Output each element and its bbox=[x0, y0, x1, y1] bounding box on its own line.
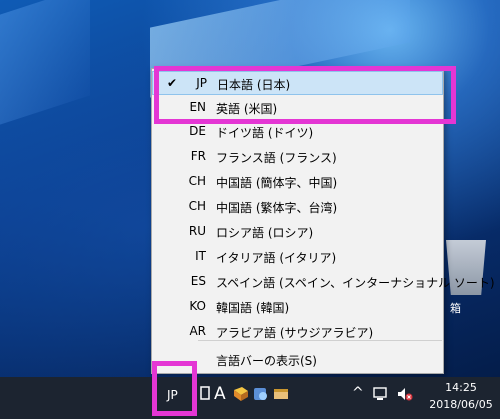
ime-dictionary-icon[interactable] bbox=[252, 386, 270, 406]
wallpaper-light-beam-left bbox=[0, 0, 90, 125]
menu-item-it[interactable]: IT イタリア語 (イタリア) bbox=[152, 245, 443, 269]
lang-label: スペイン語 (スペイン、インターナショナル ソート) bbox=[216, 276, 495, 290]
menu-item-ch-traditional[interactable]: CH 中国語 (繁体字、台湾) bbox=[152, 195, 443, 219]
menu-item-ch-simplified[interactable]: CH 中国語 (簡体字、中国) bbox=[152, 170, 443, 194]
ime-toolbar-icon[interactable] bbox=[200, 386, 210, 404]
clock-date[interactable]: 2018/06/05 bbox=[426, 398, 496, 411]
menu-separator bbox=[198, 340, 442, 341]
highlight-box-menu bbox=[154, 66, 456, 124]
ime-tools-icon[interactable] bbox=[272, 386, 290, 406]
lang-code: IT bbox=[195, 249, 206, 263]
lang-label: イタリア語 (イタリア) bbox=[216, 251, 337, 265]
lang-code: RU bbox=[188, 224, 206, 238]
lang-code: FR bbox=[190, 149, 206, 163]
ime-mode-icon[interactable]: A bbox=[214, 384, 226, 404]
clock-time[interactable]: 14:25 bbox=[428, 381, 494, 394]
lang-code: KO bbox=[189, 299, 206, 313]
lang-label: 中国語 (繁体字、台湾) bbox=[216, 201, 338, 215]
menu-item-es[interactable]: ES スペイン語 (スペイン、インターナショナル ソート) bbox=[152, 270, 495, 294]
menu-item-ko[interactable]: KO 韓国語 (韓国) bbox=[152, 295, 443, 319]
lang-label: フランス語 (フランス) bbox=[216, 151, 337, 165]
lang-code: ES bbox=[190, 274, 206, 288]
network-icon[interactable] bbox=[372, 386, 390, 406]
lang-code: AR bbox=[189, 324, 206, 338]
lang-label: ドイツ語 (ドイツ) bbox=[216, 126, 314, 140]
lang-label: 韓国語 (韓国) bbox=[216, 301, 290, 315]
lang-code: CH bbox=[188, 199, 206, 213]
menu-item-ru[interactable]: RU ロシア語 (ロシア) bbox=[152, 220, 443, 244]
show-hidden-icons-chevron[interactable]: ^ bbox=[352, 385, 364, 401]
lang-label: ロシア語 (ロシア) bbox=[216, 226, 314, 240]
ime-pad-icon[interactable] bbox=[232, 386, 250, 406]
lang-code: DE bbox=[189, 124, 206, 138]
taskbar bbox=[0, 377, 500, 419]
lang-label: 中国語 (簡体字、中国) bbox=[216, 176, 338, 190]
volume-muted-icon[interactable] bbox=[396, 386, 414, 406]
recycle-bin-label: 箱 bbox=[450, 302, 461, 315]
highlight-box-taskbar bbox=[152, 361, 197, 416]
menu-item-fr[interactable]: FR フランス語 (フランス) bbox=[152, 145, 443, 169]
show-bar-label: 言語バーの表示(S) bbox=[216, 354, 317, 368]
lang-code: CH bbox=[188, 174, 206, 188]
lang-label: アラビア語 (サウジアラビア) bbox=[216, 326, 374, 340]
